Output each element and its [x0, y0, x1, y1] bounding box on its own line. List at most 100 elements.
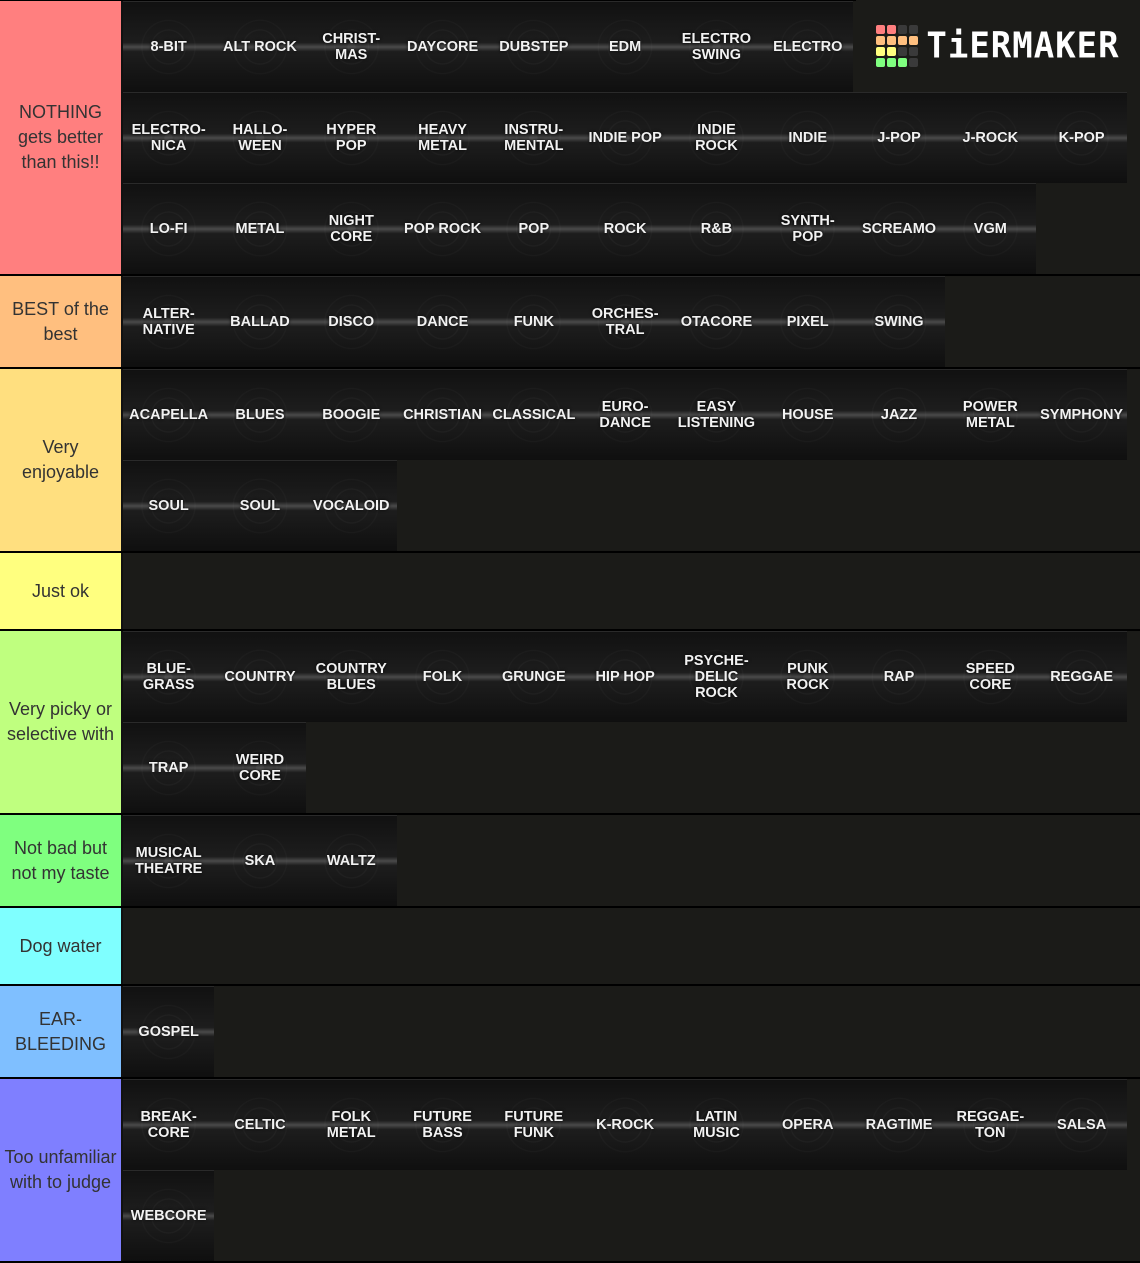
tier-items-dropzone[interactable]	[123, 553, 1140, 629]
tier-item-tile[interactable]: POWER METAL	[944, 369, 1036, 460]
tier-item-tile[interactable]: DANCE	[396, 276, 489, 367]
tier-label[interactable]: Very enjoyable	[0, 369, 123, 551]
tier-item-tile[interactable]: CELTIC	[214, 1079, 306, 1170]
tier-item-tile[interactable]: HEAVY METAL	[396, 92, 489, 183]
tier-items-dropzone[interactable]: GOSPEL	[123, 986, 1140, 1077]
tier-item-tile[interactable]: EURO- DANCE	[579, 369, 671, 460]
tier-item-tile[interactable]: SCREAMO	[853, 183, 945, 274]
tier-items-dropzone[interactable]: BLUE- GRASS COUNTRY COUNTRY BLUES FOLK GRUNG…	[123, 631, 1140, 813]
tier-item-tile[interactable]: ROCK	[579, 183, 671, 274]
tier-label[interactable]: Too unfamiliar with to judge	[0, 1079, 123, 1261]
tier-item-tile[interactable]: PSYCHE- DELIC ROCK	[670, 631, 763, 722]
tier-label[interactable]: Very picky or selective with	[0, 631, 123, 813]
tier-label[interactable]: Not bad but not my taste	[0, 815, 123, 906]
tier-item-tile[interactable]: INDIE ROCK	[670, 92, 763, 183]
tier-item-tile[interactable]: SALSA	[1035, 1079, 1128, 1170]
tier-item-tile[interactable]: SYNTH- POP	[762, 183, 854, 274]
tier-item-tile[interactable]: LO-FI	[123, 183, 215, 274]
tier-item-tile[interactable]: FUNK	[488, 276, 580, 367]
tier-item-tile[interactable]: OTACORE	[670, 276, 763, 367]
tier-item-tile[interactable]: ELECTRO	[762, 1, 854, 92]
tier-item-tile[interactable]: OPERA	[762, 1079, 854, 1170]
tier-item-tile[interactable]: MUSICAL THEATRE	[123, 815, 215, 906]
tier-item-tile[interactable]: GOSPEL	[123, 986, 215, 1077]
tier-item-tile[interactable]: CLASSICAL	[488, 369, 580, 460]
tier-item-tile[interactable]: CHRIST- MAS	[305, 1, 397, 92]
tier-item-tile[interactable]: REGGAE- TON	[944, 1079, 1036, 1170]
tier-item-tile[interactable]: K-ROCK	[579, 1079, 671, 1170]
tier-item-tile[interactable]: ACAPELLA	[123, 369, 215, 460]
tier-item-tile[interactable]: NIGHT CORE	[305, 183, 397, 274]
tier-item-tile[interactable]: HYPER POP	[305, 92, 397, 183]
tier-item-tile[interactable]: SKA	[214, 815, 306, 906]
tier-item-tile[interactable]: BALLAD	[214, 276, 306, 367]
tier-item-tile[interactable]: HIP HOP	[579, 631, 671, 722]
tier-item-tile[interactable]: VGM	[944, 183, 1036, 274]
tier-item-tile[interactable]: INDIE POP	[579, 92, 671, 183]
tier-item-tile[interactable]: LATIN MUSIC	[670, 1079, 763, 1170]
tier-item-tile[interactable]: JAZZ	[853, 369, 945, 460]
tier-item-tile[interactable]: METAL	[214, 183, 306, 274]
tier-items-dropzone[interactable]: BREAK- CORE CELTIC FOLK METAL FUTURE BASS FU…	[123, 1079, 1140, 1261]
tier-items-dropzone[interactable]: ALTER- NATIVE BALLAD DISCO DANCE FUNK ORCHES-…	[123, 276, 1140, 367]
tier-item-tile[interactable]: SPEED CORE	[944, 631, 1036, 722]
tier-item-tile[interactable]: RAP	[853, 631, 945, 722]
tier-item-tile[interactable]: ELECTRO- NICA	[123, 92, 215, 183]
tier-label[interactable]: Dog water	[0, 908, 123, 984]
tier-item-tile[interactable]: BREAK- CORE	[123, 1079, 215, 1170]
tier-item-tile[interactable]: ALTER- NATIVE	[123, 276, 215, 367]
tier-item-tile[interactable]: HALLO- WEEN	[214, 92, 306, 183]
tier-item-tile[interactable]: SOUL	[214, 460, 306, 551]
tier-item-tile[interactable]: EASY LISTENING	[670, 369, 763, 460]
tier-item-tile[interactable]: PIXEL	[762, 276, 854, 367]
tier-item-tile[interactable]: ALT ROCK	[214, 1, 306, 92]
tier-item-tile[interactable]: COUNTRY	[214, 631, 306, 722]
tier-item-tile[interactable]: HOUSE	[762, 369, 854, 460]
tier-label[interactable]: Just ok	[0, 553, 123, 629]
logo-grid-cell	[909, 57, 919, 67]
tier-item-tile[interactable]: BOOGIE	[305, 369, 397, 460]
tier-item-tile[interactable]: ORCHES- TRAL	[579, 276, 671, 367]
tier-item-tile[interactable]: RAGTIME	[853, 1079, 945, 1170]
tier-item-tile[interactable]: J-POP	[853, 92, 945, 183]
tier-label[interactable]: NOTHING gets better than this!!	[0, 1, 123, 274]
tier-item-tile[interactable]: DISCO	[305, 276, 397, 367]
tier-item-tile[interactable]: BLUE- GRASS	[123, 631, 215, 722]
tier-label[interactable]: BEST of the best	[0, 276, 123, 367]
tier-item-tile[interactable]: FOLK	[396, 631, 489, 722]
tier-item-tile[interactable]: REGGAE	[1035, 631, 1128, 722]
tier-items-dropzone[interactable]: MUSICAL THEATRE SKA WALTZ	[123, 815, 1140, 906]
tier-item-tile[interactable]: TRAP	[123, 722, 215, 813]
tier-items-dropzone[interactable]	[123, 908, 1140, 984]
tier-label[interactable]: EAR-BLEEDING	[0, 986, 123, 1077]
tier-item-tile[interactable]: POP ROCK	[396, 183, 489, 274]
tier-item-tile[interactable]: WEIRD CORE	[214, 722, 306, 813]
tier-item-tile[interactable]: DAYCORE	[396, 1, 489, 92]
tier-item-tile[interactable]: SOUL	[123, 460, 215, 551]
tier-item-tile[interactable]: VOCALOID	[305, 460, 397, 551]
tier-item-tile[interactable]: INSTRU- MENTAL	[488, 92, 580, 183]
tier-item-tile[interactable]: R&B	[670, 183, 763, 274]
tier-item-tile[interactable]: SWING	[853, 276, 945, 367]
tier-item-tile[interactable]: BLUES	[214, 369, 306, 460]
tier-item-tile[interactable]: POP	[488, 183, 580, 274]
tier-item-tile[interactable]: WALTZ	[305, 815, 397, 906]
tier-item-tile[interactable]: FOLK METAL	[305, 1079, 397, 1170]
tier-item-tile[interactable]: 8-BIT	[123, 1, 215, 92]
tier-item-tile[interactable]: J-ROCK	[944, 92, 1036, 183]
tier-item-tile[interactable]: WEBCORE	[123, 1170, 215, 1261]
tier-item-tile[interactable]: COUNTRY BLUES	[305, 631, 397, 722]
tier-item-tile[interactable]: DUBSTEP	[488, 1, 580, 92]
tier-item-tile[interactable]: FUTURE FUNK	[488, 1079, 580, 1170]
tier-item-tile[interactable]: EDM	[579, 1, 671, 92]
tier-items-dropzone[interactable]: ACAPELLA BLUES BOOGIE CHRISTIAN CLASSICAL EUR…	[123, 369, 1140, 551]
tier-item-tile[interactable]: PUNK ROCK	[762, 631, 854, 722]
tier-item-tile[interactable]: CHRISTIAN	[396, 369, 489, 460]
tier-item-tile[interactable]: K-POP	[1035, 92, 1128, 183]
tiermaker-logo: TiERMAKER	[856, 0, 1140, 91]
tier-item-tile[interactable]: ELECTRO SWING	[670, 1, 763, 92]
tier-item-tile[interactable]: INDIE	[762, 92, 854, 183]
tier-item-tile[interactable]: GRUNGE	[488, 631, 580, 722]
tier-item-tile[interactable]: FUTURE BASS	[396, 1079, 489, 1170]
tier-item-tile[interactable]: SYMPHONY	[1035, 369, 1128, 460]
